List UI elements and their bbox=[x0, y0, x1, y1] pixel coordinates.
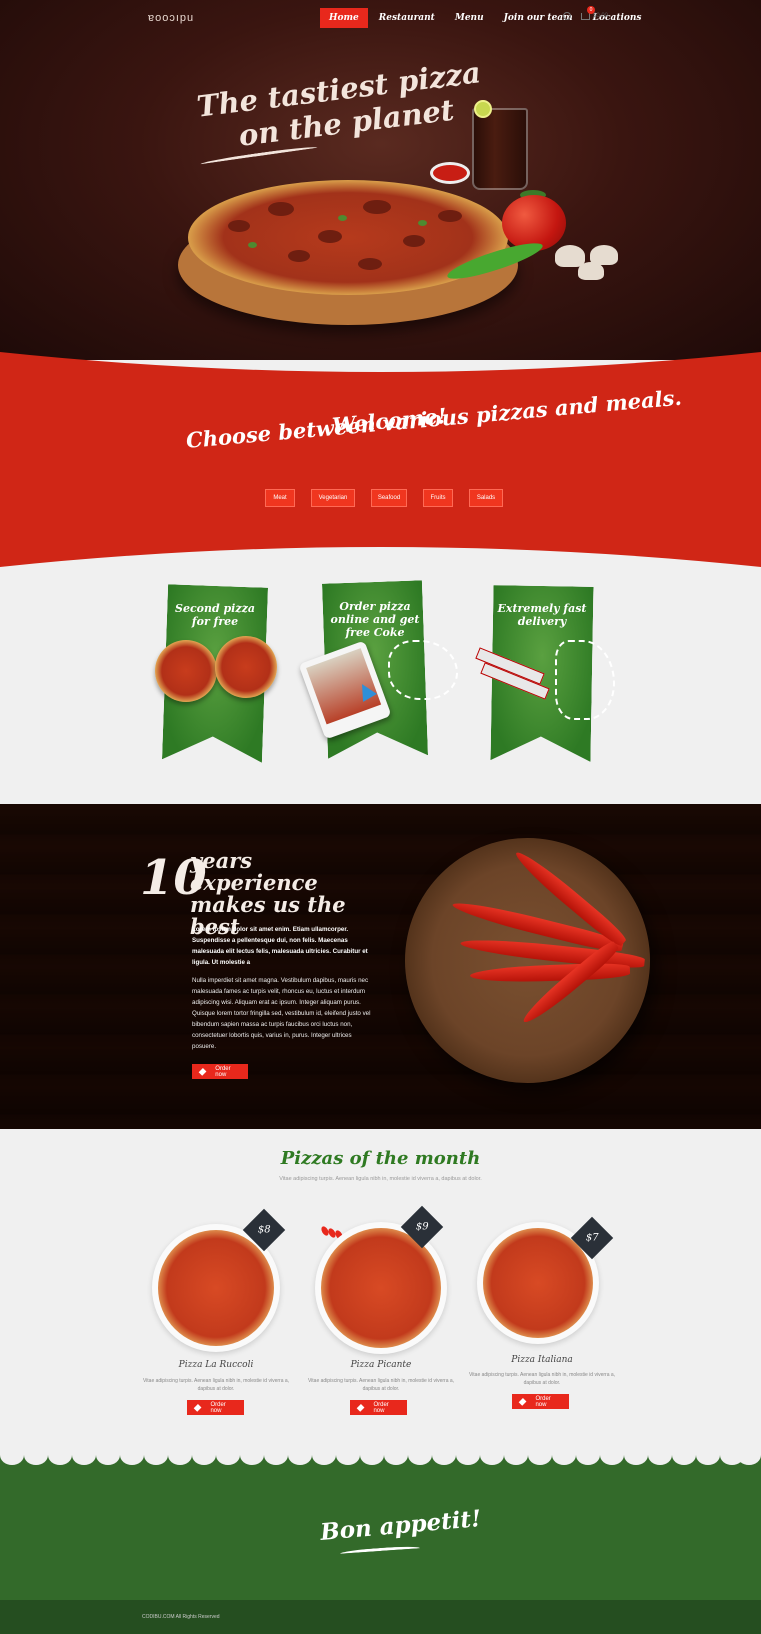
feature-title-free-pizza: Second pizza for free bbox=[175, 602, 255, 628]
order-now-label: Order now bbox=[215, 1065, 231, 1078]
mushroom-image bbox=[578, 262, 604, 280]
heart-icon bbox=[198, 1067, 207, 1076]
pizza-description: Vitae adipiscing turpis. Aenean ligula n… bbox=[307, 1378, 455, 1392]
category-seafood-button[interactable]: Seafood bbox=[371, 489, 407, 507]
price-label: $7 bbox=[585, 1231, 599, 1243]
feature-title-fast-delivery: Extremely fast delivery bbox=[497, 602, 587, 628]
heart-icon bbox=[356, 1403, 365, 1412]
price-label: $9 bbox=[415, 1220, 429, 1232]
order-now-label: Order now bbox=[210, 1401, 226, 1414]
order-now-button[interactable]: Order now bbox=[350, 1400, 407, 1415]
pizza-description: Vitae adipiscing turpis. Aenean ligula n… bbox=[142, 1378, 290, 1392]
header-icons: 0 $0.00 bbox=[563, 5, 609, 20]
experience-body: Nulla imperdiet sit amet magna. Vestibul… bbox=[192, 977, 371, 1050]
copyright-text: CODIBU.COM All Rights Reserved bbox=[142, 1614, 220, 1620]
experience-lead: Lorem ipsum dolor sit amet enim. Etiam u… bbox=[192, 926, 368, 966]
dotted-path bbox=[388, 640, 458, 700]
pizza-image bbox=[155, 640, 217, 702]
pizzas-of-month-title: Pizzas of the month bbox=[280, 1148, 481, 1169]
heart-icon bbox=[518, 1397, 527, 1406]
nav-home[interactable]: Home bbox=[320, 8, 368, 28]
order-now-button[interactable]: Order now bbox=[187, 1400, 244, 1415]
pizzas-of-month-subtitle: Vitae adipiscing turpis. Aenean ligula n… bbox=[279, 1176, 482, 1182]
feature-title-free-coke: Order pizza online and get free Coke bbox=[330, 600, 420, 639]
category-meat-button[interactable]: Meat bbox=[265, 489, 295, 507]
mushroom-image bbox=[555, 245, 585, 267]
nav-menu[interactable]: Menu bbox=[446, 8, 493, 28]
pizza-ruccoli-image[interactable] bbox=[158, 1230, 274, 1346]
heart-icon bbox=[193, 1403, 202, 1412]
price-label: $8 bbox=[257, 1223, 271, 1235]
ketchup-bowl-image bbox=[430, 162, 470, 184]
cart-icon bbox=[581, 12, 590, 20]
category-vegetarian-button[interactable]: Vegetarian bbox=[311, 489, 355, 507]
search-icon[interactable] bbox=[563, 12, 571, 20]
category-fruits-button[interactable]: Fruits bbox=[423, 489, 453, 507]
order-now-button[interactable]: Order now bbox=[512, 1394, 569, 1409]
dotted-path bbox=[555, 640, 615, 720]
hero-title: The tastiest pizza on the planet bbox=[195, 55, 487, 157]
pizza-name: Pizza Picante bbox=[350, 1360, 412, 1370]
pizza-image bbox=[215, 636, 277, 698]
pizza-description: Vitae adipiscing turpis. Aenean ligula n… bbox=[468, 1372, 616, 1386]
welcome-section bbox=[0, 352, 761, 567]
category-salads-button[interactable]: Salads bbox=[469, 489, 503, 507]
order-now-label: Order now bbox=[373, 1401, 389, 1414]
hero-section: ɐooɔıpu Home Restaurant Menu Join our te… bbox=[0, 0, 761, 360]
cart-button[interactable]: 0 $0.00 bbox=[581, 5, 609, 20]
cart-badge: 0 bbox=[587, 5, 595, 14]
nav-restaurant[interactable]: Restaurant bbox=[370, 8, 444, 28]
site-logo[interactable]: ɐooɔıpu bbox=[148, 12, 194, 24]
category-buttons: Meat Vegetarian Seafood Fruits Salads bbox=[265, 489, 503, 507]
site-footer: CODIBU.COM All Rights Reserved bbox=[0, 1600, 761, 1634]
pizza-name: Pizza Italiana bbox=[511, 1355, 573, 1365]
pizza-name: Pizza La Ruccoli bbox=[178, 1360, 254, 1370]
order-now-label: Order now bbox=[535, 1395, 551, 1408]
order-now-button[interactable]: Order now bbox=[192, 1064, 248, 1079]
cart-value: $0.00 bbox=[593, 13, 609, 19]
